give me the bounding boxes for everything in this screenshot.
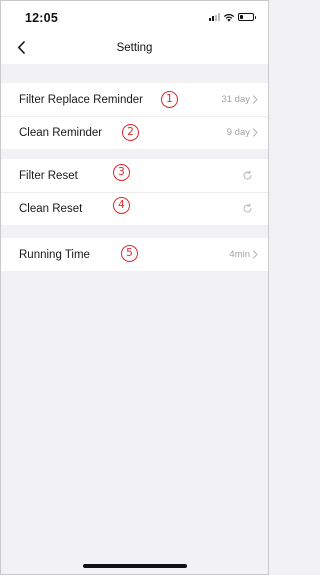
home-indicator[interactable] (83, 564, 187, 568)
running-time-group: Running Time 5 4min (1, 238, 268, 271)
clean-reset-row[interactable]: Clean Reset 4 (1, 192, 268, 225)
row-label: Clean Reminder (19, 126, 103, 139)
row-marker: 4 (113, 197, 130, 214)
battery-icon (238, 13, 256, 21)
row-marker: 2 (122, 124, 139, 141)
row-value: 4min (229, 249, 250, 260)
reminder-group: Filter Replace Reminder 1 31 day Clean R… (1, 83, 268, 149)
reset-group: Filter Reset 3 Clean Reset 4 (1, 159, 268, 225)
refresh-icon (243, 170, 252, 180)
filter-replace-reminder-row[interactable]: Filter Replace Reminder 1 31 day (1, 83, 268, 116)
row-marker: 3 (113, 164, 130, 181)
page-title: Setting (116, 42, 153, 54)
nav-bar: Setting (1, 31, 268, 64)
status-bar: 12:05 (1, 1, 268, 31)
row-label: Clean Reset (19, 202, 83, 215)
refresh-icon (243, 203, 252, 213)
chevron-right-icon (252, 95, 258, 104)
filter-reset-row[interactable]: Filter Reset 3 (1, 159, 268, 192)
row-label: Running Time (19, 248, 90, 261)
clean-reminder-row[interactable]: Clean Reminder 2 9 day (1, 116, 268, 149)
row-value: 31 day (221, 94, 250, 105)
chevron-right-icon (252, 128, 258, 137)
wifi-icon (223, 13, 235, 22)
cellular-signal-icon (209, 13, 220, 21)
status-time: 12:05 (25, 11, 58, 25)
row-label: Filter Reset (19, 169, 78, 182)
row-marker: 5 (121, 245, 138, 262)
row-value: 9 day (226, 127, 250, 138)
status-icons (209, 12, 256, 22)
row-label: Filter Replace Reminder (19, 93, 143, 106)
running-time-row[interactable]: Running Time 5 4min (1, 238, 268, 271)
row-marker: 1 (161, 91, 178, 108)
app-screen: 12:05 Setting Filter Replace Reminder 1 … (1, 1, 268, 574)
chevron-right-icon (252, 250, 258, 259)
